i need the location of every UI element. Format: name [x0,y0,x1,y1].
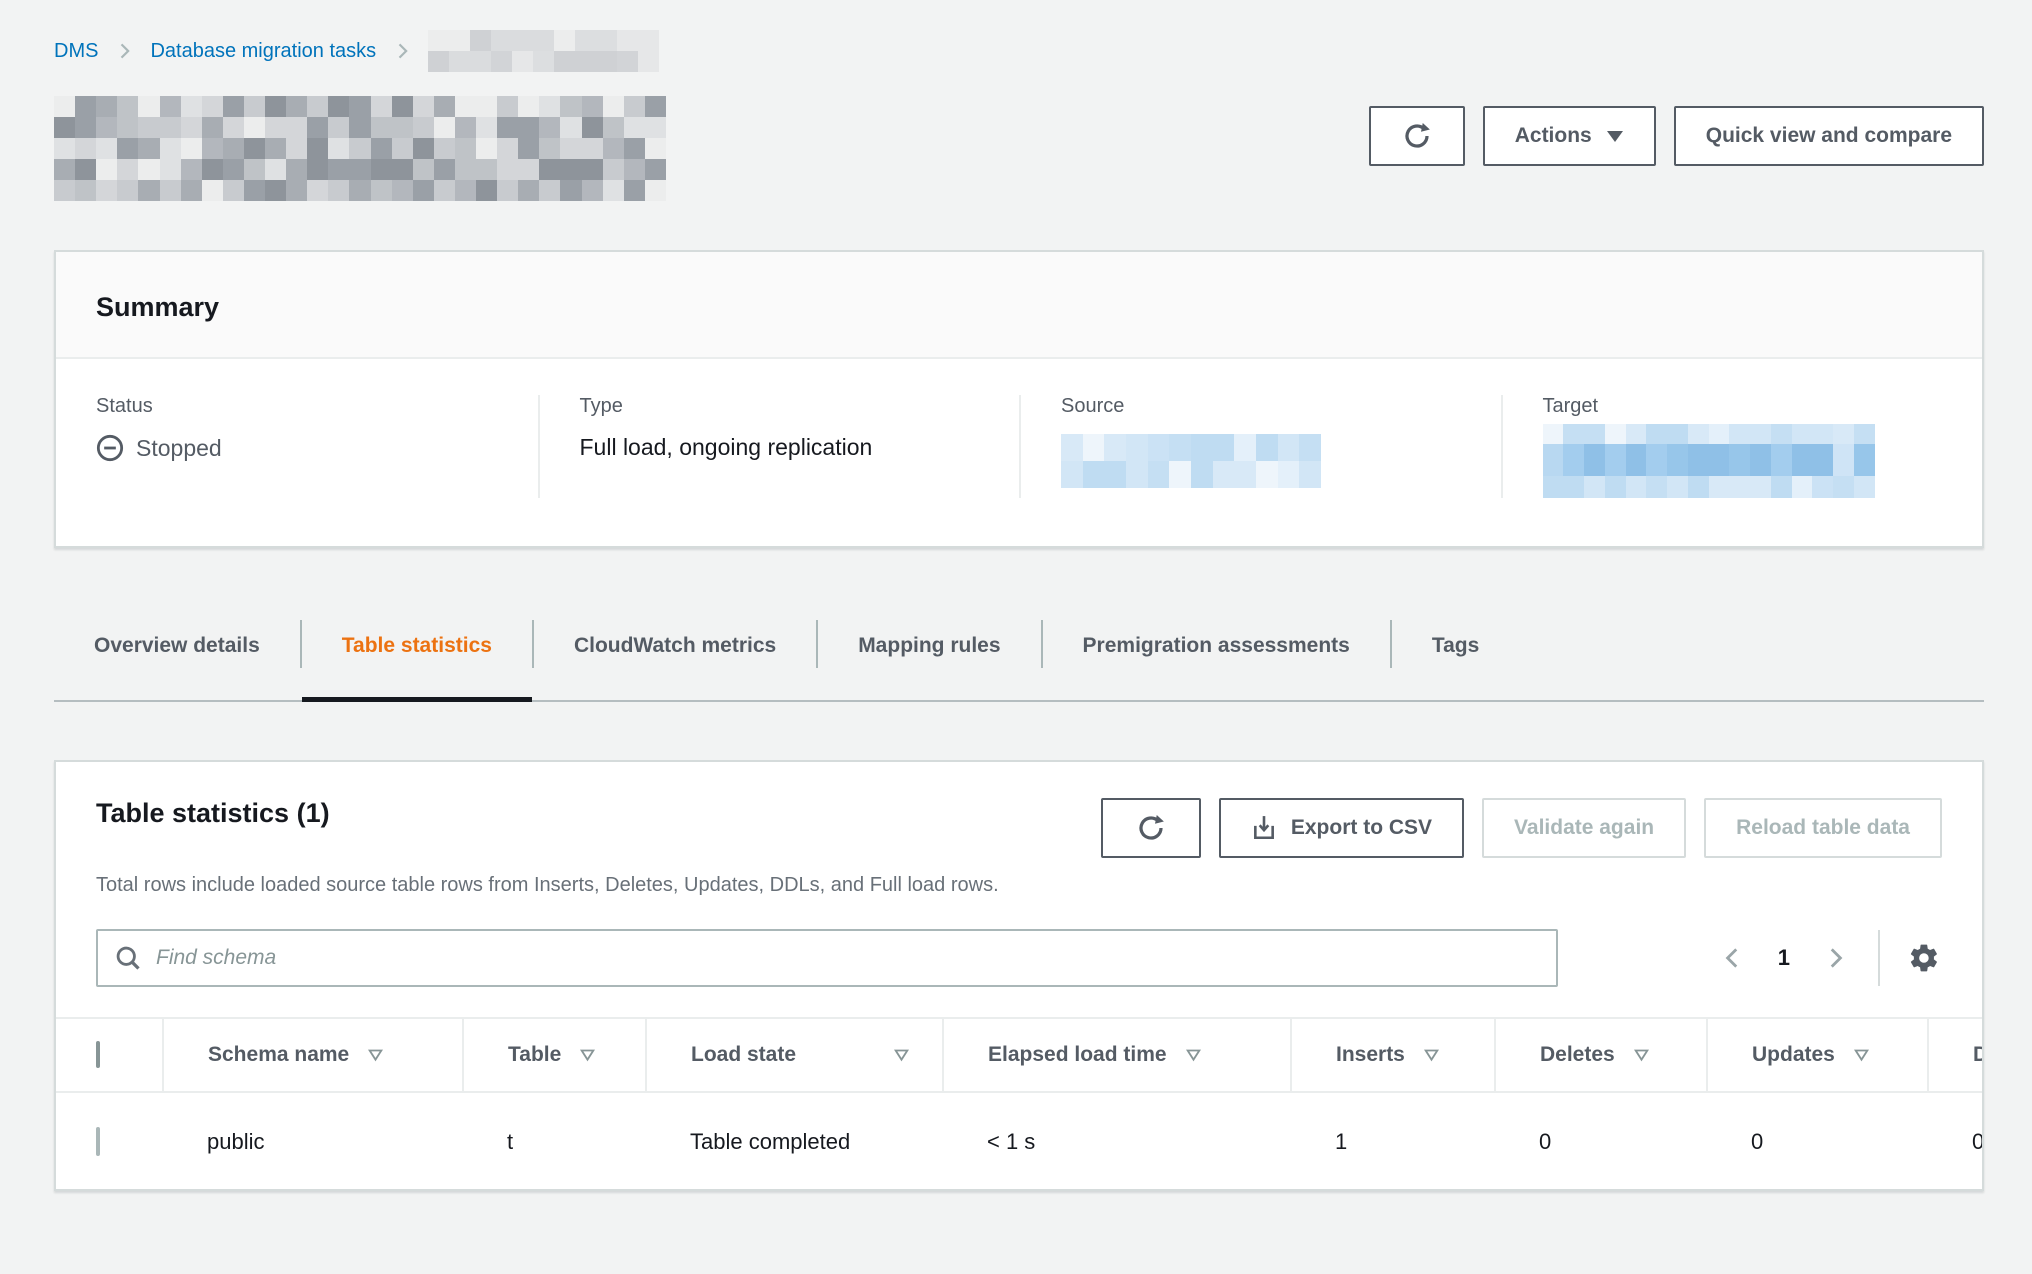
task-detail-tabs: Overview details Table statistics CloudW… [54,608,1984,702]
chevron-right-icon [1822,945,1848,971]
column-header-deletes[interactable]: Deletes [1495,1018,1707,1092]
cell-schema-name: public [163,1092,463,1189]
column-header-schema-name[interactable]: Schema name [163,1018,463,1092]
tab-overview-details[interactable]: Overview details [54,608,300,700]
source-value-redacted [1061,434,1321,488]
source-label: Source [1061,395,1461,418]
search-icon [114,944,142,972]
grid-header-row: Schema name Table Load state [56,1018,1984,1092]
page-number[interactable]: 1 [1778,945,1790,971]
export-to-csv-button[interactable]: Export to CSV [1219,798,1464,858]
row-checkbox[interactable] [96,1127,100,1156]
column-header-load-state[interactable]: Load state [646,1018,943,1092]
previous-page-button[interactable] [1716,941,1750,975]
validate-again-button[interactable]: Validate again [1482,798,1686,858]
actions-button[interactable]: Actions [1483,106,1656,166]
table-statistics-description: Total rows include loaded source table r… [96,874,1942,897]
tab-premigration-assessments[interactable]: Premigration assessments [1043,608,1390,700]
cell-inserts: 1 [1291,1092,1495,1189]
table-statistics-panel: Table statistics (1) Export to CSV [54,760,1984,1191]
cell-deletes: 0 [1495,1092,1707,1189]
refresh-button[interactable] [1369,106,1465,166]
column-header-table[interactable]: Table [463,1018,646,1092]
gear-icon [1908,942,1940,974]
tab-mapping-rules[interactable]: Mapping rules [818,608,1040,700]
table-statistics-title: Table statistics (1) [96,798,330,829]
refresh-icon [1402,121,1432,151]
chevron-left-icon [1720,945,1746,971]
page-header: Actions Quick view and compare [54,96,1984,204]
type-value: Full load, ongoing replication [580,434,873,461]
sort-icon[interactable] [1423,1048,1440,1063]
tab-tags[interactable]: Tags [1392,608,1519,700]
summary-title: Summary [96,292,1942,323]
sort-icon[interactable] [1853,1048,1870,1063]
tab-table-statistics[interactable]: Table statistics [302,608,532,700]
summary-panel-header: Summary [56,252,1982,359]
column-header-inserts[interactable]: Inserts [1291,1018,1495,1092]
header-actions: Actions Quick view and compare [1369,106,1984,166]
reload-table-data-button[interactable]: Reload table data [1704,798,1942,858]
column-header-updates[interactable]: Updates [1707,1018,1928,1092]
tab-cloudwatch-metrics[interactable]: CloudWatch metrics [534,608,816,700]
breadcrumb: DMS Database migration tasks [54,0,1984,72]
table-statistics-actions: Export to CSV Validate again Reload tabl… [1101,798,1942,858]
status-value: Stopped [136,435,222,462]
target-label: Target [1543,395,1943,418]
download-icon [1251,815,1277,841]
export-to-csv-label: Export to CSV [1291,816,1432,840]
chevron-right-icon [392,41,412,61]
page-title-redacted [54,96,666,201]
cell-updates: 0 [1707,1092,1928,1189]
refresh-icon [1136,813,1166,843]
target-value-redacted [1543,424,1875,498]
reload-table-data-label: Reload table data [1736,816,1910,840]
column-header-elapsed-load-time[interactable]: Elapsed load time [943,1018,1291,1092]
breadcrumb-redacted-task-name [428,30,659,72]
schema-search [96,929,1558,987]
quick-view-label: Quick view and compare [1706,124,1952,148]
stopped-status-icon [96,434,124,462]
summary-field-status: Status Stopped [56,395,538,498]
breadcrumb-link-tasks[interactable]: Database migration tasks [150,40,376,63]
table-refresh-button[interactable] [1101,798,1201,858]
table-row: public t Table completed < 1 s 1 0 0 0 [56,1092,1984,1189]
type-label: Type [580,395,980,418]
sort-icon[interactable] [579,1048,596,1063]
cell-table: t [463,1092,646,1189]
quick-view-compare-button[interactable]: Quick view and compare [1674,106,1984,166]
summary-panel: Summary Status Stopped Type Full load, o… [54,250,1984,548]
actions-button-label: Actions [1515,124,1592,148]
validate-again-label: Validate again [1514,816,1654,840]
table-statistics-grid: Schema name Table Load state [56,1017,1982,1189]
summary-field-type: Type Full load, ongoing replication [538,395,1020,498]
next-page-button[interactable] [1818,941,1852,975]
find-schema-input[interactable] [156,946,1540,970]
cell-elapsed-load-time: < 1 s [943,1092,1291,1189]
sort-icon[interactable] [1633,1048,1650,1063]
cell-ddls: 0 [1928,1092,1984,1189]
summary-body: Status Stopped Type Full load, ongoing r… [56,359,1982,546]
breadcrumb-link-dms[interactable]: DMS [54,40,98,63]
summary-field-source: Source [1019,395,1501,498]
pagination: 1 [1716,930,1942,986]
column-header-ddls[interactable]: DDLs [1928,1018,1984,1092]
status-label: Status [96,395,498,418]
caret-down-icon [1606,129,1624,143]
cell-load-state: Table completed [646,1092,943,1189]
select-all-checkbox[interactable] [96,1041,100,1068]
chevron-right-icon [114,41,134,61]
preferences-button[interactable] [1906,940,1942,976]
sort-icon[interactable] [1185,1048,1202,1063]
summary-field-target: Target [1501,395,1983,498]
pagination-divider [1878,930,1880,986]
sort-icon[interactable] [367,1048,384,1063]
sort-icon[interactable] [893,1048,910,1063]
